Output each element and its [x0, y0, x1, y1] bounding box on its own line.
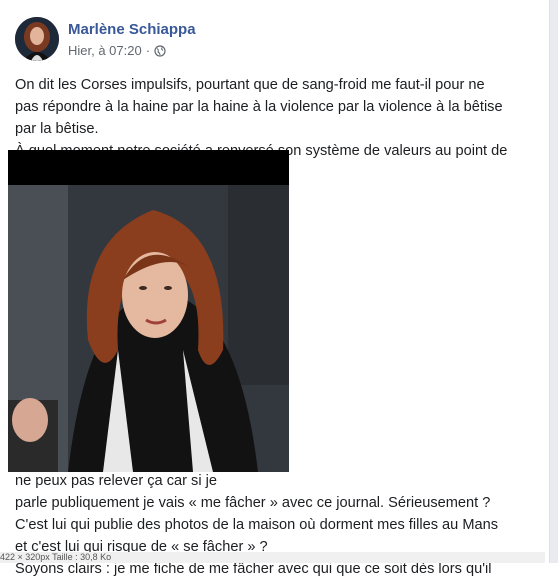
- author-avatar[interactable]: [15, 17, 59, 61]
- meta-separator: ·: [145, 43, 151, 58]
- post-text-line: pas répondre à la haine par la haine à l…: [15, 99, 503, 115]
- overlaid-photo: [8, 150, 289, 472]
- facebook-post: Marlène Schiappa Hier, à 07:20 · On dit …: [0, 0, 558, 577]
- globe-icon[interactable]: [154, 44, 166, 57]
- post-text-line: parle publiquement je vais « me fâcher »…: [15, 495, 491, 511]
- post-timestamp[interactable]: Hier, à 07:20: [68, 43, 142, 58]
- post-text-line: C'est lui qui publie des photos de la ma…: [15, 517, 499, 533]
- post-text-line: par la bêtise.: [15, 121, 99, 137]
- post-meta: Hier, à 07:20 ·: [68, 43, 166, 58]
- image-info-bar: 422 × 320px Taille : 30,8 Ko: [0, 552, 545, 563]
- post-text-line: On dit les Corses impulsifs, pourtant qu…: [15, 77, 485, 93]
- page-scroll-edge: [549, 0, 558, 563]
- author-name[interactable]: Marlène Schiappa: [68, 21, 196, 38]
- post-text-line: ne peux pas relever ça car si je: [15, 473, 217, 489]
